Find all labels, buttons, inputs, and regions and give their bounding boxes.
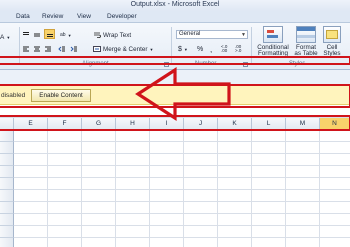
chevron-down-icon: ▼ — [241, 32, 246, 38]
row-header[interactable] — [0, 238, 14, 247]
row-header[interactable] — [0, 202, 14, 214]
orientation-icon[interactable]: ab ▼ — [60, 30, 72, 40]
wrap-text-icon — [94, 32, 101, 38]
tab-review[interactable]: Review — [42, 13, 63, 20]
title-bar: Output.xlsx - Microsoft Excel — [0, 0, 350, 11]
decrease-indent-icon[interactable] — [58, 44, 66, 54]
decrease-decimal-icon[interactable]: .00 >.0 — [235, 44, 241, 54]
merge-center-icon — [93, 46, 101, 52]
increase-decimal-icon[interactable]: <.0.00 — [221, 44, 227, 54]
format-as-table-icon — [296, 26, 316, 43]
conditional-formatting-icon — [263, 26, 283, 43]
number-format-select[interactable]: General ▼ — [176, 30, 248, 39]
currency-format-button[interactable]: $ ▼ — [178, 44, 188, 54]
comma-style-button[interactable]: , — [210, 44, 212, 54]
merge-center-button[interactable]: Merge & Center ▼ — [93, 44, 153, 54]
cell-styles-button[interactable]: Cell Styles — [320, 26, 344, 58]
format-as-table-button[interactable]: Format as Table — [292, 26, 320, 58]
increase-indent-icon[interactable] — [70, 44, 78, 54]
tab-data[interactable]: Data — [16, 13, 30, 20]
row-header[interactable] — [0, 166, 14, 178]
row-header[interactable] — [0, 190, 14, 202]
row-header[interactable] — [0, 154, 14, 166]
tab-view[interactable]: View — [77, 13, 91, 20]
annotation-arrow-left — [135, 67, 231, 121]
cell-styles-icon — [323, 26, 341, 43]
wrap-text-button[interactable]: Wrap Text — [93, 30, 131, 40]
align-top-icon[interactable] — [22, 30, 30, 40]
window-title: Output.xlsx - Microsoft Excel — [130, 1, 220, 8]
percent-style-button[interactable]: % — [197, 44, 203, 54]
row-header[interactable] — [0, 130, 14, 142]
align-center-icon[interactable] — [33, 44, 41, 54]
row-header[interactable] — [0, 178, 14, 190]
row-header[interactable] — [0, 226, 14, 238]
align-right-icon[interactable] — [44, 44, 52, 54]
row-header[interactable] — [0, 214, 14, 226]
ribbon-tab-bar: Data Review View Developer — [0, 11, 350, 23]
align-bottom-icon[interactable] — [44, 29, 55, 39]
conditional-formatting-button[interactable]: Conditional Formatting — [255, 26, 291, 58]
font-size-decrease-icon[interactable]: A ▼ — [0, 32, 10, 42]
align-left-icon[interactable] — [22, 44, 30, 54]
chevron-down-icon: ▼ — [149, 46, 154, 52]
worksheet-grid[interactable] — [14, 130, 350, 247]
row-header[interactable] — [0, 142, 14, 154]
align-middle-icon[interactable] — [33, 30, 41, 40]
tab-developer[interactable]: Developer — [107, 13, 137, 20]
